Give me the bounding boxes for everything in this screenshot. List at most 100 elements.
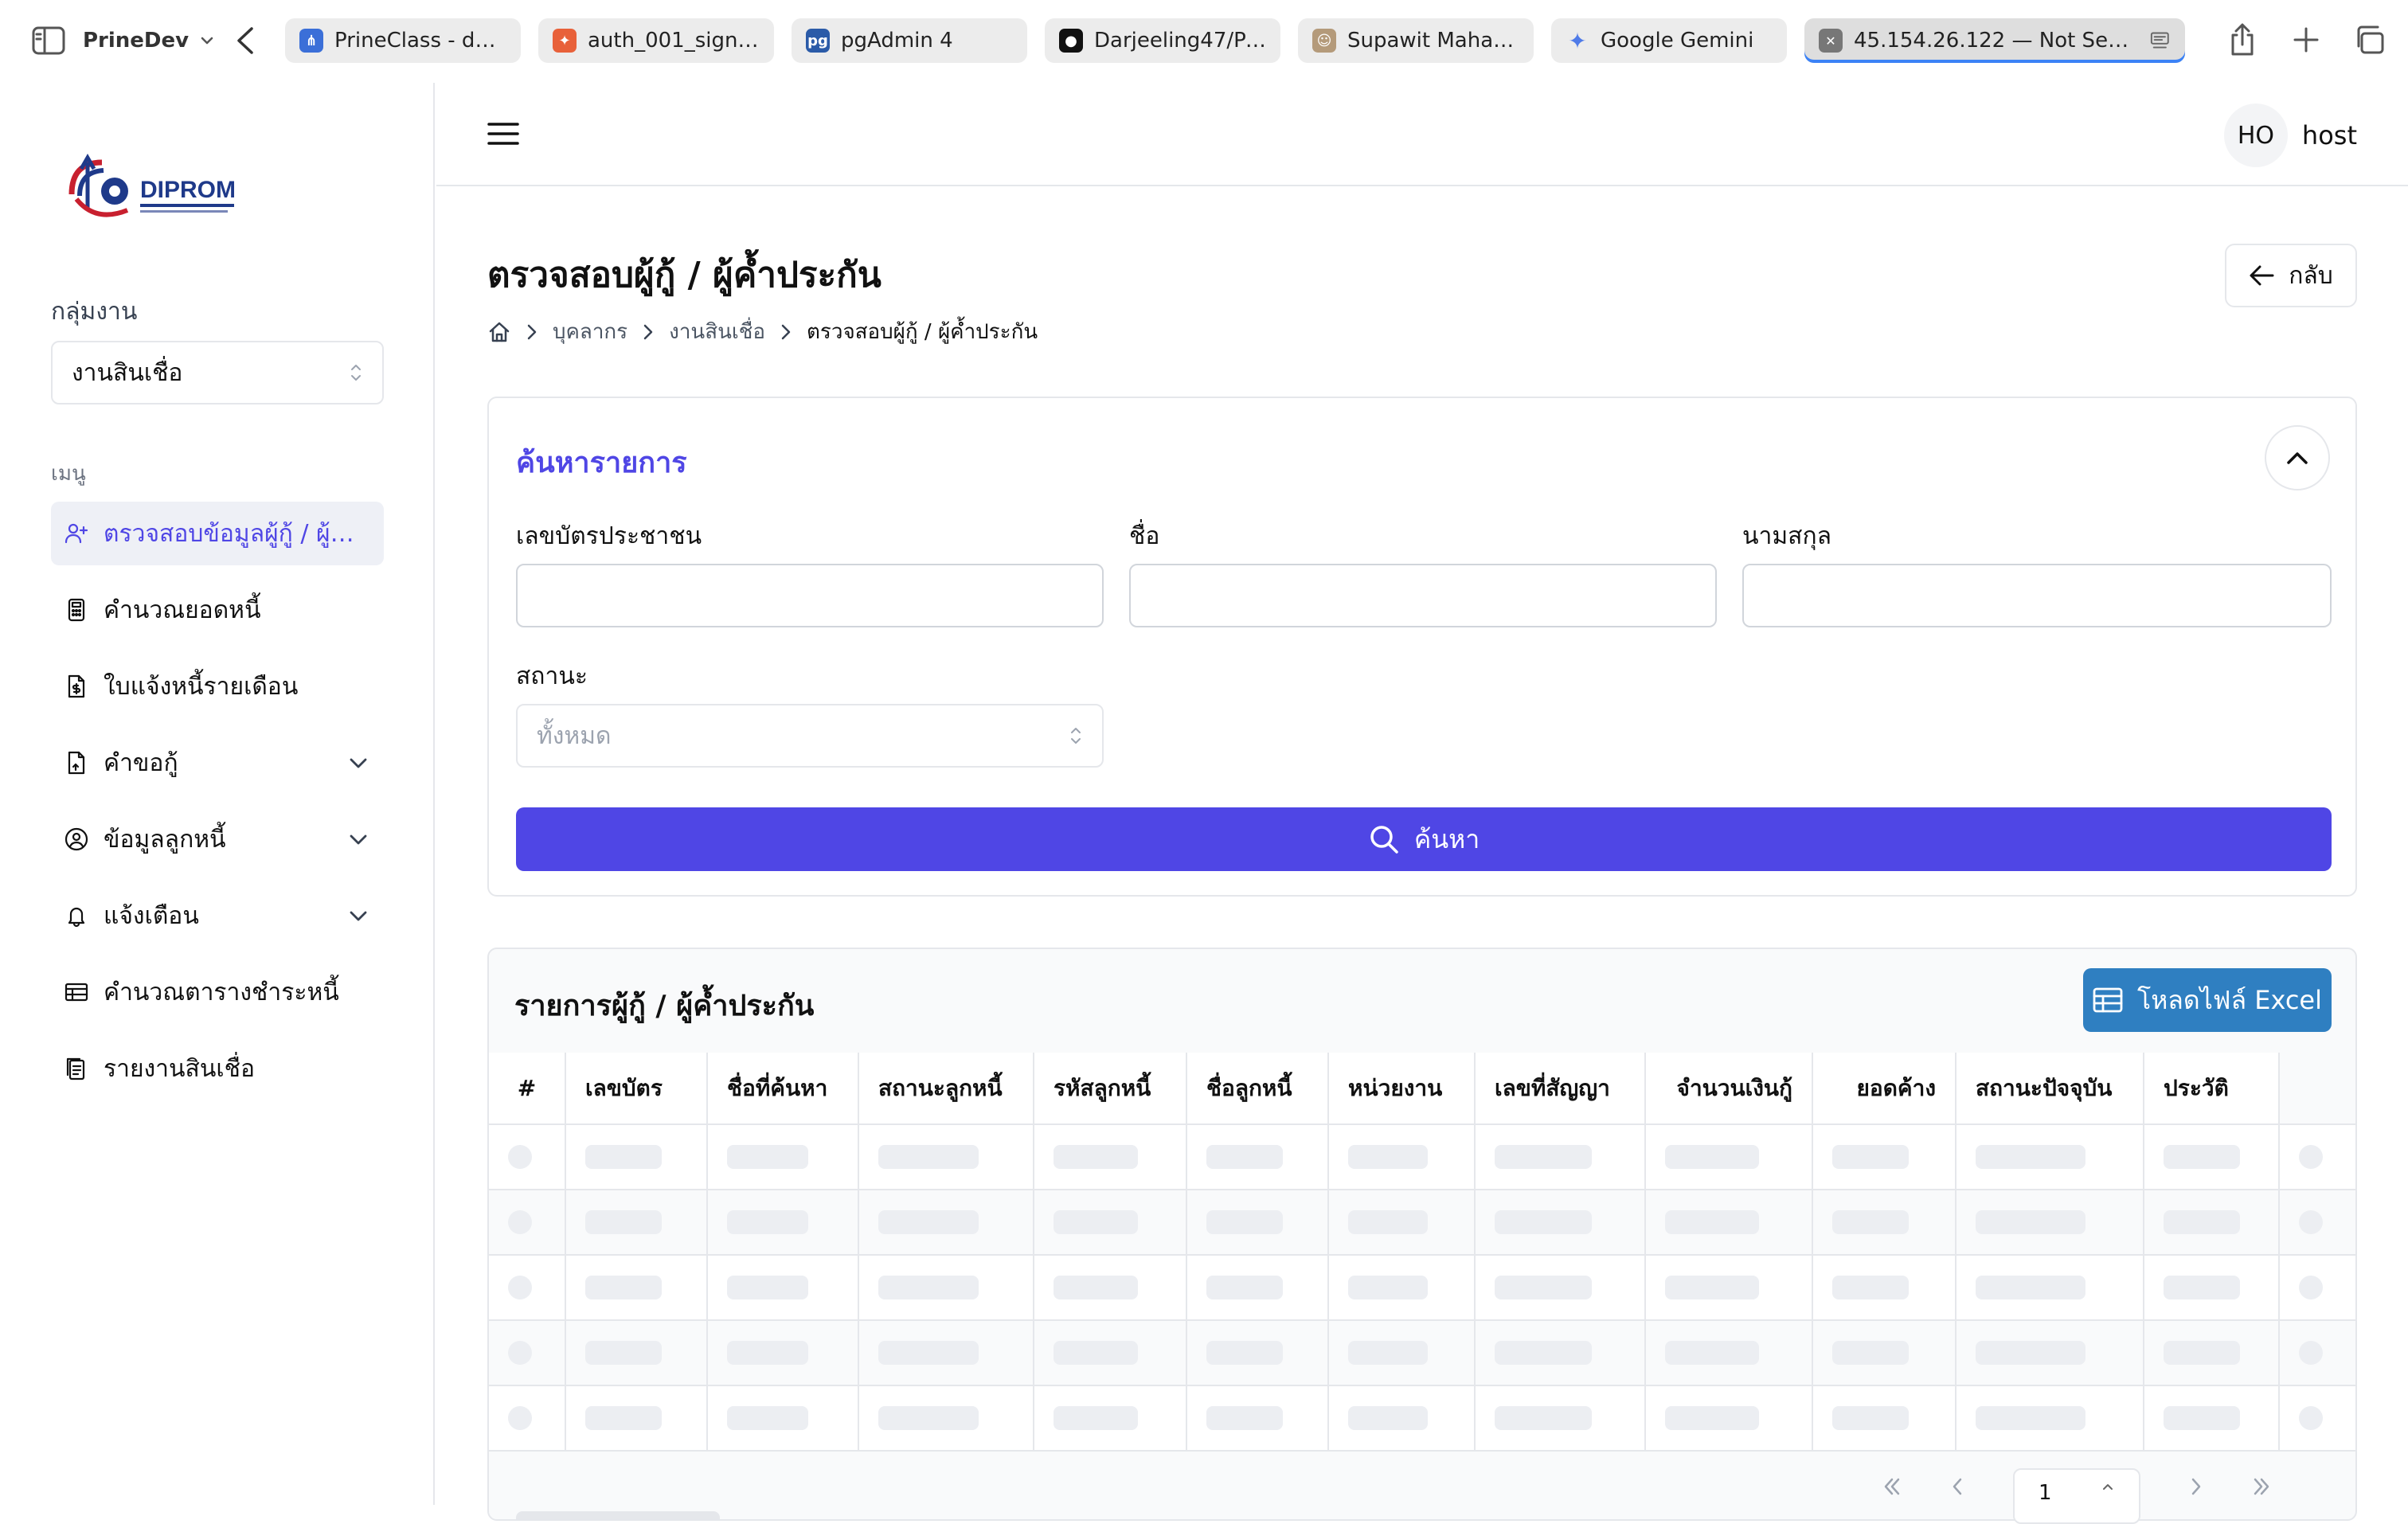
- new-tab-button[interactable]: [2290, 22, 2322, 57]
- loading-skeleton: [878, 1406, 979, 1430]
- browser-tab[interactable]: ⋔ PrineClass - db...: [285, 18, 521, 63]
- column-header[interactable]: ประวัติ: [2144, 1053, 2280, 1125]
- column-header[interactable]: ชื่อลูกหนี้: [1186, 1053, 1329, 1125]
- page-number-input[interactable]: 1: [2013, 1468, 2140, 1524]
- table-cell: [489, 1124, 566, 1190]
- sidebar: DIPROM กลุ่มงาน งานสินเชื่อ เมนู ตรวจสอบ…: [0, 83, 435, 1505]
- column-header[interactable]: หน่วยงาน: [1328, 1053, 1476, 1125]
- loading-skeleton: [1495, 1145, 1592, 1169]
- search-button[interactable]: ค้นหา: [516, 807, 2332, 871]
- column-header[interactable]: #: [489, 1053, 566, 1125]
- report-icon: [66, 1057, 85, 1080]
- loading-skeleton: [878, 1145, 979, 1169]
- loading-skeleton: [508, 1276, 532, 1299]
- column-header[interactable]: จำนวนเงินกู้: [1645, 1053, 1813, 1125]
- table-cell: [707, 1190, 859, 1256]
- loading-skeleton: [1054, 1406, 1138, 1430]
- group-select[interactable]: งานสินเชื่อ: [51, 341, 384, 404]
- browser-tab-title: auth_001_signIn...: [588, 29, 760, 53]
- profile-switcher[interactable]: PrineDev: [83, 24, 214, 57]
- sidebar-menu: ตรวจสอบข้อมูลผู้กู้ / ผู้ค้ำประกันคำนวณย…: [51, 502, 384, 1113]
- loading-skeleton: [1976, 1341, 2086, 1365]
- plus-icon: [2293, 27, 2319, 53]
- sidebar-item-report[interactable]: รายงานสินเชื่อ: [51, 1037, 384, 1100]
- user-circle-icon: [64, 827, 88, 851]
- tab-overview-button[interactable]: [2354, 22, 2386, 57]
- chevron-down-icon[interactable]: [346, 826, 371, 852]
- next-page-icon[interactable]: [2183, 1475, 2207, 1499]
- chevron-down-icon[interactable]: [346, 750, 371, 776]
- column-header[interactable]: เลขที่สัญญา: [1475, 1053, 1646, 1125]
- column-header[interactable]: เลขบัตร: [565, 1053, 708, 1125]
- sidebar-toggle-icon[interactable]: [32, 26, 65, 55]
- collapse-button[interactable]: [2265, 425, 2330, 490]
- loading-skeleton: [1054, 1276, 1138, 1299]
- status-select[interactable]: ทั้งหมด: [516, 704, 1104, 768]
- chevron-up-icon: [2287, 452, 2308, 464]
- sidebar-item-request[interactable]: คำขอกู้: [51, 731, 384, 795]
- stepper-up-icon[interactable]: [2101, 1481, 2115, 1497]
- loading-skeleton: [727, 1276, 808, 1299]
- browser-tab[interactable]: ✦ Google Gemini: [1551, 18, 1787, 63]
- breadcrumb-item[interactable]: งานสินเชื่อ: [669, 315, 765, 348]
- reader-icon[interactable]: [2149, 29, 2171, 52]
- sidebar-item-invoice[interactable]: ใบแจ้งหนี้รายเดือน: [51, 655, 384, 718]
- surname-input[interactable]: [1742, 564, 2332, 627]
- loading-skeleton: [585, 1210, 662, 1234]
- home-icon[interactable]: [487, 320, 511, 344]
- id-card-input[interactable]: [516, 564, 1104, 627]
- table-cell: [489, 1385, 566, 1452]
- browser-back-button[interactable]: [231, 24, 260, 57]
- browser-tab[interactable]: ● Darjeeling47/Po...: [1045, 18, 1280, 63]
- table-cell: [2279, 1124, 2355, 1190]
- person-icon: ☺: [1312, 29, 1336, 53]
- last-page-icon[interactable]: [2250, 1475, 2274, 1499]
- invoice-icon: [68, 674, 85, 698]
- sidebar-item-user-circle[interactable]: ข้อมูลลูกหนี้: [51, 807, 384, 871]
- first-name-input[interactable]: [1129, 564, 1717, 627]
- loading-skeleton: [1495, 1276, 1592, 1299]
- column-header[interactable]: สถานะปัจจุบัน: [1956, 1053, 2144, 1125]
- loading-skeleton: [727, 1210, 808, 1234]
- sidebar-item-bell[interactable]: แจ้งเตือน: [51, 884, 384, 948]
- table-cell: [707, 1124, 859, 1190]
- user-menu[interactable]: HO host: [2223, 104, 2357, 167]
- table-cell: [565, 1385, 708, 1452]
- loading-skeleton: [508, 1406, 532, 1430]
- loading-skeleton: [2164, 1210, 2240, 1234]
- sidebar-item-user-plus[interactable]: ตรวจสอบข้อมูลผู้กู้ / ผู้ค้ำประกัน: [51, 502, 384, 565]
- column-header[interactable]: รหัสลูกหนี้: [1034, 1053, 1187, 1125]
- loading-skeleton: [2299, 1406, 2323, 1430]
- column-header[interactable]: ชื่อที่ค้นหา: [707, 1053, 859, 1125]
- chevron-down-icon: [201, 37, 213, 45]
- share-button[interactable]: [2226, 22, 2258, 57]
- browser-tab[interactable]: pg pgAdmin 4: [792, 18, 1027, 63]
- browser-tab[interactable]: ☺ Supawit Mahadt...: [1298, 18, 1534, 63]
- loading-skeleton: [1832, 1210, 1909, 1234]
- first-page-icon[interactable]: [1879, 1475, 1903, 1499]
- browser-tab[interactable]: ✕ 45.154.26.122 — Not Secure: [1804, 18, 2185, 63]
- menu-toggle-button[interactable]: [487, 119, 519, 148]
- sidebar-item-table[interactable]: คำนวณตารางชำระหนี้: [51, 960, 384, 1024]
- table-row: [489, 1255, 2355, 1321]
- table-cell: [1956, 1255, 2144, 1321]
- table-cell: [1186, 1255, 1329, 1321]
- column-header[interactable]: สถานะลูกหนี้: [858, 1053, 1034, 1125]
- chevron-down-icon[interactable]: [346, 903, 371, 928]
- pagination-controls: 1: [1879, 1468, 2274, 1524]
- table-cell: [1475, 1320, 1646, 1386]
- profile-name: PrineDev: [83, 29, 190, 53]
- back-button[interactable]: กลับ: [2225, 244, 2357, 307]
- loading-skeleton: [1348, 1406, 1428, 1430]
- column-header[interactable]: ยอดค้าง: [1812, 1053, 1956, 1125]
- prev-page-icon[interactable]: [1946, 1475, 1970, 1499]
- browser-tab[interactable]: ✦ auth_001_signIn...: [538, 18, 774, 63]
- gemini-icon: ✦: [1568, 27, 1587, 54]
- export-excel-button[interactable]: โหลดไฟล์ Excel: [2083, 968, 2332, 1032]
- table-cell: [1186, 1385, 1329, 1452]
- table-cell: [2144, 1255, 2280, 1321]
- sidebar-item-calculator[interactable]: คำนวณยอดหนี้: [51, 578, 384, 642]
- first-name-label: ชื่อ: [1129, 522, 1160, 550]
- breadcrumb-item[interactable]: บุคลากร: [553, 315, 627, 348]
- table-cell: [1956, 1320, 2144, 1386]
